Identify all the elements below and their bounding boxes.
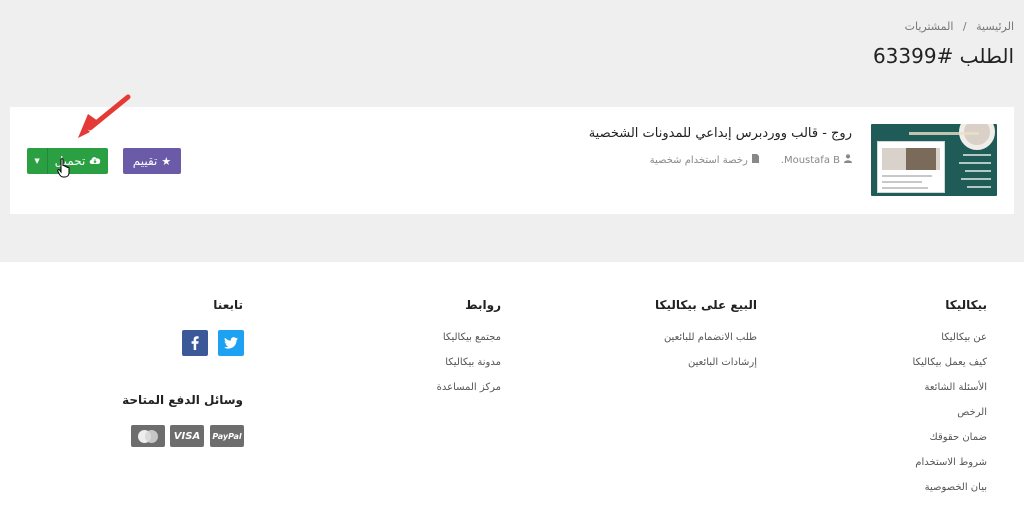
cloud-download-icon — [89, 155, 101, 167]
visa-label: VISA — [173, 430, 201, 442]
footer-link[interactable]: ضمان حقوقك — [913, 432, 987, 457]
facebook-icon[interactable] — [182, 330, 208, 356]
hand-cursor-icon — [57, 158, 70, 178]
visa-icon: VISA — [170, 425, 204, 447]
download-dropdown-toggle[interactable]: ▼ — [27, 148, 48, 174]
footer-link[interactable]: كيف يعمل بيكاليكا — [913, 357, 987, 382]
product-thumbnail[interactable] — [871, 124, 997, 196]
footer-column-sell: البيع على بيكاليكا طلب الانضمام للبائعين… — [655, 298, 757, 382]
footer-column-follow: تابعنا — [213, 298, 243, 332]
footer-column-title: تابعنا — [213, 298, 243, 312]
breadcrumb: الرئيسية / المشتريات — [905, 20, 1014, 33]
footer-column-bekalika: بيكاليكا عن بيكاليكا كيف يعمل بيكاليكا ا… — [913, 298, 987, 507]
author-name: Moustafa B. — [780, 154, 840, 166]
footer-link[interactable]: مجتمع بيكاليكا — [437, 332, 501, 357]
footer-link[interactable]: عن بيكاليكا — [913, 332, 987, 357]
footer-link[interactable]: طلب الانضمام للبائعين — [655, 332, 757, 357]
footer-column-title: البيع على بيكاليكا — [655, 298, 757, 312]
footer-link[interactable]: إرشادات البائعين — [655, 357, 757, 382]
license-type: رخصة استخدام شخصية — [649, 154, 748, 166]
annotation-arrow-icon — [78, 94, 131, 138]
twitter-icon[interactable] — [218, 330, 244, 356]
order-item-card: روج - قالب ووردبرس إبداعي للمدونات الشخص… — [10, 107, 1014, 214]
rate-button[interactable]: ★ تقييم — [123, 148, 181, 174]
footer-link[interactable]: شروط الاستخدام — [913, 457, 987, 482]
footer-column-links: روابط مجتمع بيكاليكا مدونة بيكاليكا مركز… — [437, 298, 501, 407]
footer-link[interactable]: مدونة بيكاليكا — [437, 357, 501, 382]
product-name[interactable]: روج - قالب ووردبرس إبداعي للمدونات الشخص… — [589, 126, 852, 141]
mastercard-icon — [131, 425, 165, 447]
rate-button-label: تقييم — [132, 154, 158, 168]
paypal-label: PayPal — [212, 431, 242, 441]
coffee-cup-graphic — [959, 124, 995, 150]
footer-link[interactable]: الأسئلة الشائعة — [913, 382, 988, 407]
footer-link[interactable]: الرخص — [913, 407, 987, 432]
page-title: الطلب #63399 — [872, 44, 1014, 68]
paypal-icon: PayPal — [210, 425, 244, 447]
footer-column-title: بيكاليكا — [945, 298, 987, 312]
star-icon: ★ — [161, 154, 172, 168]
footer-column-title: روابط — [465, 298, 501, 312]
theme-preview-screen — [877, 141, 945, 193]
file-icon — [751, 154, 759, 166]
breadcrumb-separator: / — [962, 20, 967, 33]
caret-down-icon: ▼ — [34, 157, 40, 165]
breadcrumb-home[interactable]: الرئيسية — [976, 20, 1014, 33]
footer-link[interactable]: مركز المساعدة — [437, 382, 501, 407]
breadcrumb-current[interactable]: المشتريات — [905, 20, 954, 33]
footer-link[interactable]: بيان الخصوصية — [913, 482, 987, 507]
user-icon — [844, 154, 852, 166]
payment-methods-title: وسائل الدفع المتاحة — [122, 393, 243, 407]
product-meta: Moustafa B. رخصة استخدام شخصية — [650, 154, 852, 166]
